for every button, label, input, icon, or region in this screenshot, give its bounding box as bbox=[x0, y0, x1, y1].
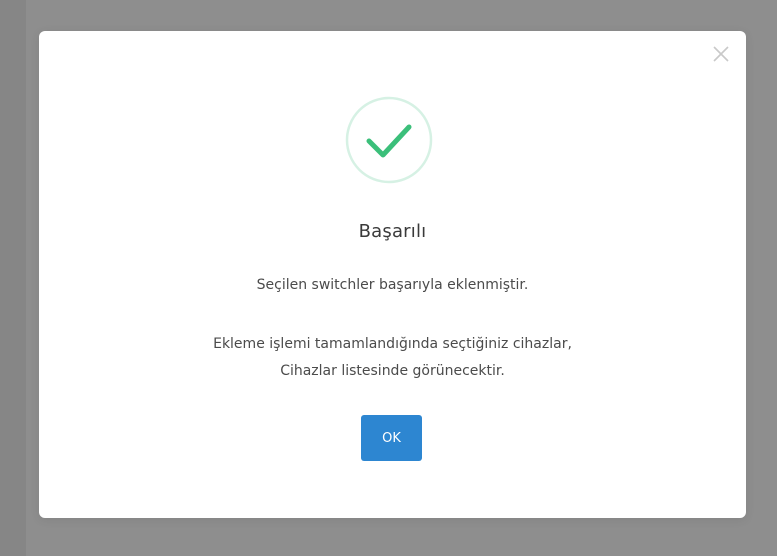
close-icon[interactable] bbox=[710, 43, 732, 65]
success-dialog: Başarılı Seçilen switchler başarıyla ekl… bbox=[39, 31, 746, 518]
info-message-line-1: Ekleme işlemi tamamlandığında seçtiğiniz… bbox=[213, 336, 572, 352]
success-message: Seçilen switchler başarıyla eklenmiştir. bbox=[256, 277, 529, 293]
dialog-title: Başarılı bbox=[358, 221, 427, 242]
check-circle-icon bbox=[345, 96, 433, 184]
backdrop-edge bbox=[0, 0, 26, 556]
close-button[interactable] bbox=[710, 43, 732, 65]
info-message-line-2: Cihazlar listesinde görünecektir. bbox=[280, 363, 505, 379]
ok-button[interactable]: OK bbox=[361, 415, 422, 461]
